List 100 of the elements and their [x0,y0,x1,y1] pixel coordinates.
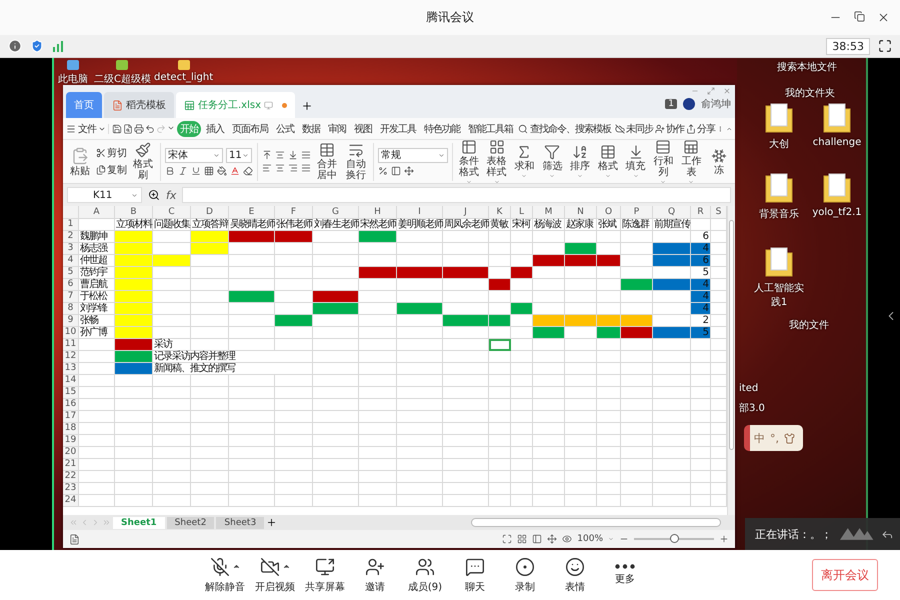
fullscreen-icon[interactable] [878,39,892,53]
normal-view-icon[interactable] [517,534,528,544]
zoom-level[interactable]: 100% [577,534,603,544]
toolbar-button[interactable]: 更多 [600,564,650,586]
toolbar-button[interactable]: 聊天 [450,556,500,594]
border-icon[interactable] [204,166,214,176]
number-format-select[interactable]: 常规 [378,148,448,162]
selected-cell[interactable] [489,339,511,351]
font-color-icon[interactable] [230,166,240,176]
save-icon[interactable] [112,124,122,134]
italic-icon[interactable] [178,166,188,176]
align-left-icon[interactable] [262,163,272,173]
restore-icon[interactable] [854,11,865,22]
close-icon[interactable] [877,11,890,24]
print-icon[interactable] [134,124,144,134]
document-tab[interactable]: 稻壳模板 [104,92,174,118]
ribbon-button[interactable]: 填充 [624,144,648,179]
folder-label[interactable]: 人工智能实践1 [751,281,807,309]
share-button[interactable]: 分享 [686,122,715,136]
menu-tab[interactable]: 视图 [351,120,375,136]
wrap-text-button[interactable]: 自动换行 [343,142,369,181]
leave-meeting-button[interactable]: 离开会议 [812,559,878,591]
ribbon-button[interactable]: 排序 [568,144,592,179]
paste-button[interactable]: 粘贴 [67,146,93,176]
undo-icon[interactable] [145,124,155,134]
info-icon[interactable] [8,39,22,53]
menu-tab[interactable]: 特色功能 [421,120,463,136]
fill-color-icon[interactable] [217,166,227,176]
menu-tab[interactable]: 页面布局 [229,120,271,136]
ribbon-button[interactable]: 求和 [512,144,536,179]
document-icon[interactable] [69,534,80,544]
menu-tab[interactable]: 插入 [203,120,227,136]
font-size-select[interactable]: 11 [226,148,252,162]
ribbon-button[interactable]: 格式 [596,144,620,179]
horizontal-scrollbar[interactable] [471,518,721,527]
menu-tab[interactable]: 开发工具 [377,120,419,136]
align-center-icon[interactable] [275,163,285,173]
align-top-icon[interactable] [262,150,272,160]
fullscreen-icon[interactable] [502,534,512,544]
sheet-tab[interactable]: Sheet2 [166,516,214,528]
align-right-icon[interactable] [288,163,298,173]
menu-tab[interactable]: 审阅 [325,120,349,136]
new-tab-icon[interactable] [301,100,314,112]
add-sheet-icon[interactable] [266,517,278,528]
desktop-icon[interactable] [115,58,130,72]
desktop-icon[interactable] [176,58,191,72]
slider-thumb[interactable] [670,534,679,543]
sync-button[interactable]: 未同步 [615,122,653,136]
ribbon-button[interactable]: 冻 [707,148,731,176]
avatar[interactable] [683,98,695,110]
ribbon-button[interactable]: 表格样式 [484,138,509,184]
eye-icon[interactable] [562,534,572,544]
desktop-icon-label[interactable]: 二级C超级模 [94,72,151,86]
document-tab[interactable]: 任务分工.xlsx [176,92,296,118]
file-name[interactable]: 部3.0 [739,401,765,415]
input-method-widget[interactable]: 中 °, [744,425,803,451]
file-menu[interactable]: 文件 [66,122,106,136]
align-middle-icon[interactable] [275,150,285,160]
search-label[interactable]: 搜索本地文件 [777,60,837,74]
shield-icon[interactable] [30,39,44,53]
underline-icon[interactable] [191,166,201,176]
vertical-scrollbar[interactable] [727,206,735,515]
format-painter-button[interactable]: 格式刷 [130,142,156,181]
toolbar-button[interactable]: 成员(9) [400,556,450,594]
folder-label[interactable]: 大创 [751,137,807,151]
folder-label[interactable]: challenge [809,137,865,148]
maximize-icon[interactable] [707,87,715,95]
ribbon-button[interactable]: 条件格式 [457,138,481,184]
menu-tab[interactable]: 公式 [273,120,297,136]
preview-icon[interactable] [123,124,133,134]
toolbar-button[interactable]: 录制 [500,556,550,594]
copy-button[interactable]: 复制 [96,163,127,177]
align-bottom-icon[interactable] [288,150,298,160]
menu-tab[interactable]: 智能工具箱 [465,120,516,136]
toolbar-button[interactable]: 解除静音 [200,556,250,594]
font-select[interactable]: 宋体 [165,148,223,162]
formula-input[interactable] [182,187,731,203]
folder-label[interactable]: yolo_tf2.1 [809,207,865,218]
eraser-icon[interactable] [243,166,253,176]
desktop-icon-label[interactable]: detect_light [154,72,214,83]
sheet-tab[interactable]: Sheet3 [216,516,264,528]
page-view-icon[interactable] [532,534,542,544]
file-name[interactable]: ited [739,383,758,394]
justify-icon[interactable] [301,163,311,173]
toolbar-button[interactable]: 共享屏幕 [300,556,350,594]
name-box[interactable]: K11 [67,187,142,203]
zoom-in-icon[interactable] [719,534,729,544]
ribbon-button[interactable]: 行和列 [652,138,676,184]
zoom-icon[interactable] [148,189,160,201]
collaborate-button[interactable]: 协作 [655,122,684,136]
folder-label[interactable]: 背景音乐 [751,207,807,221]
toolbar-button[interactable]: 表情 [550,556,600,594]
toolbar-button[interactable]: 邀请 [350,556,400,594]
percent-icon[interactable] [378,166,388,176]
ribbon-button[interactable]: 筛选 [540,144,564,179]
desktop-icon[interactable] [66,58,80,72]
menu-tab[interactable]: 数据 [299,120,323,136]
command-search[interactable]: 查找命令、搜索模板 [518,122,611,136]
toolbar-button[interactable]: 开启视频 [250,556,300,594]
sheet-tab[interactable]: Sheet1 [113,516,165,528]
